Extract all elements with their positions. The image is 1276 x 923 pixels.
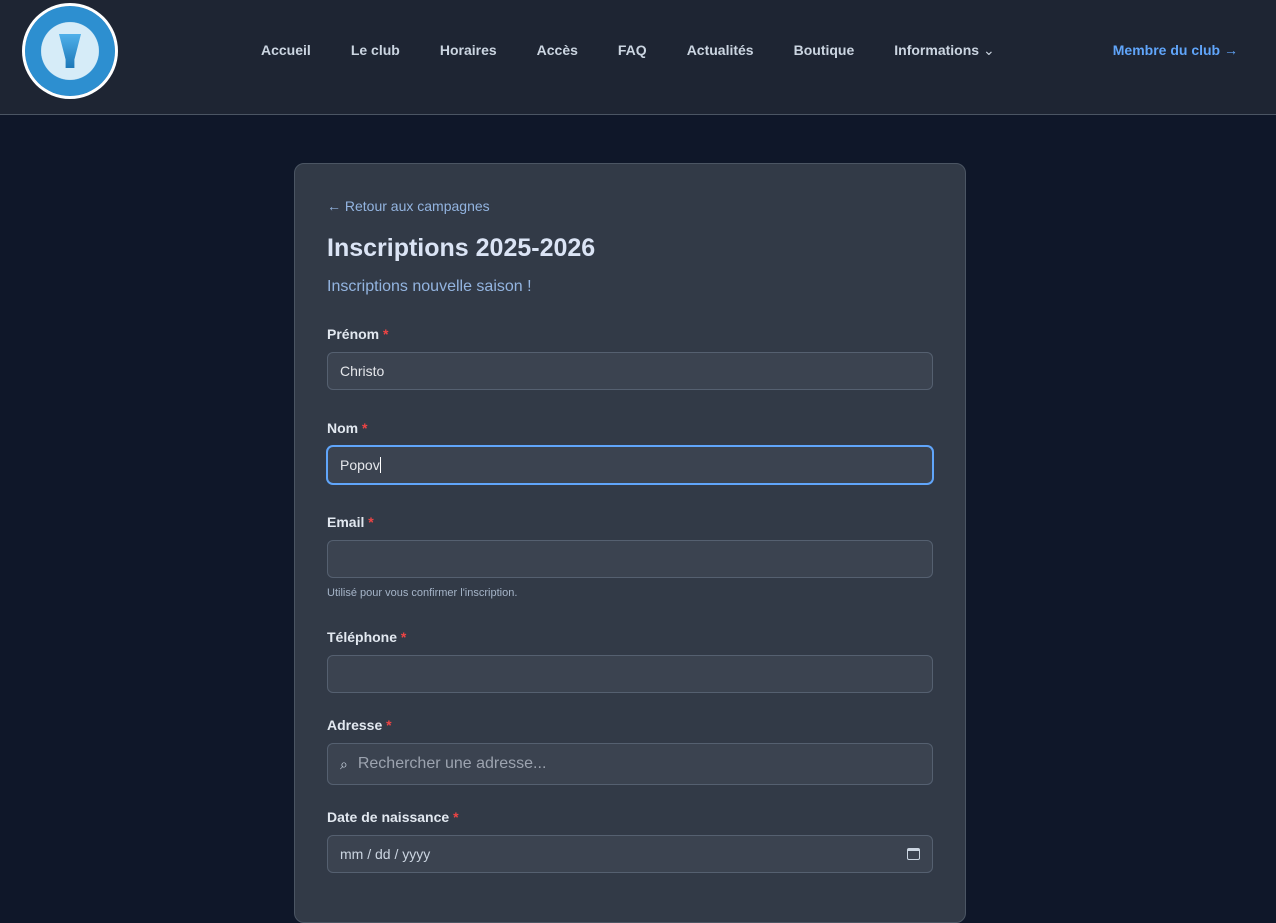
label-prenom: Prénom * bbox=[327, 326, 389, 342]
telephone-input[interactable] bbox=[327, 655, 933, 693]
field-prenom: Prénom * Christo bbox=[327, 326, 933, 390]
search-icon: ⌕ bbox=[340, 755, 348, 772]
nav-faq[interactable]: FAQ bbox=[618, 42, 647, 59]
field-telephone: Téléphone * bbox=[327, 629, 933, 693]
date-naissance-input[interactable]: mm / dd / yyyy bbox=[327, 835, 933, 873]
page-title: Inscriptions 2025-2026 bbox=[327, 234, 596, 262]
nom-input[interactable]: Popov bbox=[327, 446, 933, 484]
label-email: Email * bbox=[327, 514, 374, 530]
label-telephone: Téléphone * bbox=[327, 629, 407, 645]
nav-boutique[interactable]: Boutique bbox=[794, 42, 855, 59]
label-adresse: Adresse * bbox=[327, 717, 392, 733]
nav-informations[interactable]: Informations ⌄ bbox=[894, 42, 994, 59]
field-email: Email * Utilisé pour vous confirmer l'in… bbox=[327, 514, 933, 599]
club-logo[interactable] bbox=[22, 3, 118, 99]
nav-horaires[interactable]: Horaires bbox=[440, 42, 497, 59]
prenom-input[interactable]: Christo bbox=[327, 352, 933, 390]
label-date-naissance: Date de naissance * bbox=[327, 809, 459, 825]
member-link[interactable]: Membre du club → bbox=[1113, 42, 1238, 58]
nav-actualites[interactable]: Actualités bbox=[687, 42, 754, 59]
site-header: Accueil Le club Horaires Accès FAQ Actua… bbox=[0, 0, 1276, 115]
label-nom: Nom * bbox=[327, 420, 368, 436]
field-date-naissance: Date de naissance * mm / dd / yyyy bbox=[327, 809, 933, 873]
email-hint: Utilisé pour vous confirmer l'inscriptio… bbox=[327, 587, 518, 599]
calendar-icon[interactable] bbox=[907, 848, 920, 860]
shuttlecock-icon bbox=[59, 34, 81, 68]
chevron-down-icon: ⌄ bbox=[982, 42, 995, 58]
page-subtitle: Inscriptions nouvelle saison ! bbox=[327, 278, 532, 295]
adresse-search-input[interactable]: ⌕ Rechercher une adresse... bbox=[327, 743, 933, 785]
back-link[interactable]: ← Retour aux campagnes bbox=[327, 198, 933, 214]
nav-le-club[interactable]: Le club bbox=[351, 42, 400, 59]
field-adresse: Adresse * ⌕ Rechercher une adresse... bbox=[327, 717, 933, 785]
main-nav: Accueil Le club Horaires Accès FAQ Actua… bbox=[261, 42, 995, 59]
registration-card: ← Retour aux campagnes Inscriptions 2025… bbox=[294, 163, 966, 923]
email-input[interactable] bbox=[327, 540, 933, 578]
field-nom: Nom * Popov bbox=[327, 420, 933, 484]
nav-accueil[interactable]: Accueil bbox=[261, 42, 311, 59]
nav-acces[interactable]: Accès bbox=[537, 42, 578, 59]
nav-informations-label: Informations bbox=[894, 42, 980, 58]
